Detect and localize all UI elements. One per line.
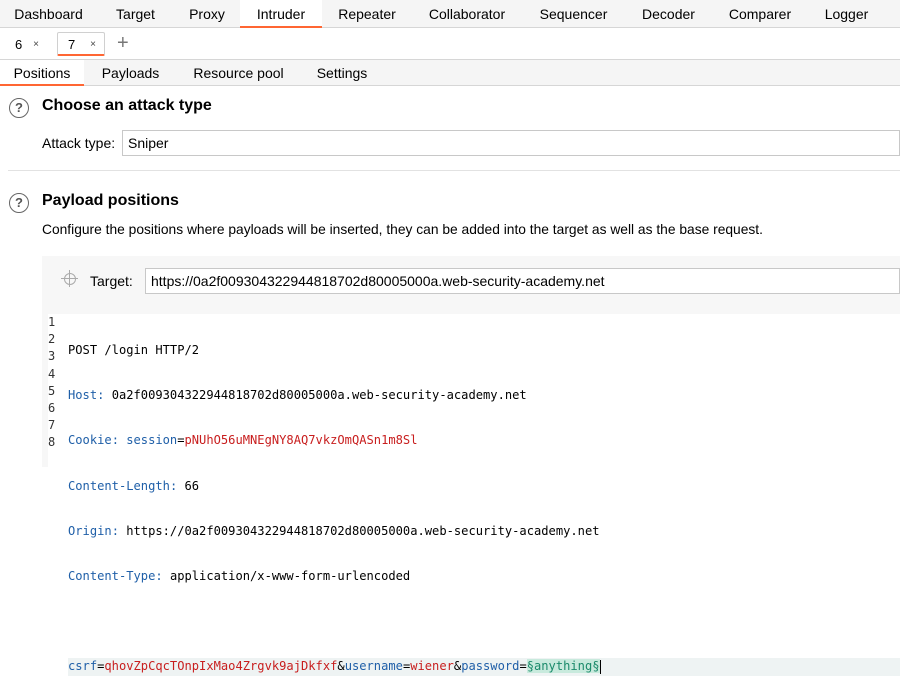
payload-positions-description: Configure the positions where payloads w… bbox=[42, 222, 763, 237]
attack-type-label: Attack type: bbox=[42, 135, 116, 151]
target-label: Target: bbox=[90, 273, 133, 289]
tab-proxy[interactable]: Proxy bbox=[174, 0, 240, 28]
tab-comparer[interactable]: Comparer bbox=[712, 0, 808, 28]
attack-tab-6[interactable]: 6 × bbox=[4, 32, 48, 56]
line-number: 5 bbox=[48, 383, 56, 398]
tab-payloads[interactable]: Payloads bbox=[84, 60, 177, 86]
new-tab-plus-icon[interactable]: + bbox=[117, 33, 129, 53]
payload-marker[interactable]: §anything§ bbox=[526, 659, 600, 674]
section-title-payload-positions: Payload positions bbox=[42, 192, 179, 209]
attack-tab-bar: 6 × 7 × bbox=[0, 28, 900, 60]
line-number: 7 bbox=[48, 418, 56, 433]
attack-tab-7[interactable]: 7 × bbox=[57, 32, 105, 56]
target-input[interactable]: https://0a2f009304322944818702d80005000a… bbox=[145, 268, 900, 294]
tab-decoder[interactable]: Decoder bbox=[625, 0, 712, 28]
request-body: csrf=qhovZpCqcTOnpIxMao4Zrgvk9ajDkfxf&us… bbox=[68, 658, 900, 676]
tab-resource-pool[interactable]: Resource pool bbox=[177, 60, 300, 86]
help-icon[interactable]: ? bbox=[9, 193, 29, 213]
intruder-section-tabs: Positions Payloads Resource pool Setting… bbox=[0, 60, 900, 86]
header-origin: Origin: https://0a2f009304322944818702d8… bbox=[68, 523, 600, 538]
tab-dashboard[interactable]: Dashboard bbox=[0, 0, 97, 28]
header-cookie: Cookie: session=pNUhO56uMNEgNY8AQ7vkzOmQ… bbox=[68, 433, 418, 448]
tab-repeater[interactable]: Repeater bbox=[322, 0, 412, 28]
attack-tab-label: 6 bbox=[15, 37, 23, 52]
section-title-attack-type: Choose an attack type bbox=[42, 97, 212, 114]
line-number: 8 bbox=[48, 435, 56, 450]
tab-target[interactable]: Target bbox=[97, 0, 174, 28]
tab-collaborator[interactable]: Collaborator bbox=[412, 0, 522, 28]
line-number: 3 bbox=[48, 349, 56, 364]
attack-tab-label: 7 bbox=[68, 37, 76, 52]
tab-positions[interactable]: Positions bbox=[0, 60, 84, 86]
line-number: 4 bbox=[48, 366, 56, 381]
request-line: POST /login HTTP/2 bbox=[68, 343, 200, 357]
text-caret bbox=[599, 659, 601, 674]
header-content-length: Content-Length: 66 bbox=[68, 478, 200, 493]
close-icon[interactable]: × bbox=[90, 33, 96, 57]
attack-type-select[interactable]: Sniper bbox=[122, 130, 900, 156]
line-number: 2 bbox=[48, 332, 56, 347]
close-icon[interactable]: × bbox=[33, 33, 39, 57]
line-numbers: 1 2 3 4 5 6 7 8 bbox=[48, 314, 64, 467]
line-number: 6 bbox=[48, 400, 56, 415]
line-number: 1 bbox=[48, 315, 56, 329]
header-host: Host: 0a2f009304322944818702d80005000a.w… bbox=[68, 388, 527, 403]
tab-logger[interactable]: Logger bbox=[808, 0, 885, 28]
tab-intruder[interactable]: Intruder bbox=[240, 0, 322, 28]
tab-settings[interactable]: Settings bbox=[300, 60, 384, 86]
request-text: POST /login HTTP/2 Host: 0a2f00930432294… bbox=[68, 314, 900, 690]
tab-sequencer[interactable]: Sequencer bbox=[522, 0, 625, 28]
main-nav: Dashboard Target Proxy Intruder Repeater… bbox=[0, 0, 900, 28]
help-icon[interactable]: ? bbox=[9, 98, 29, 118]
section-divider bbox=[8, 170, 900, 171]
crosshair-icon bbox=[61, 270, 78, 287]
header-content-type: Content-Type: application/x-www-form-url… bbox=[68, 568, 411, 583]
